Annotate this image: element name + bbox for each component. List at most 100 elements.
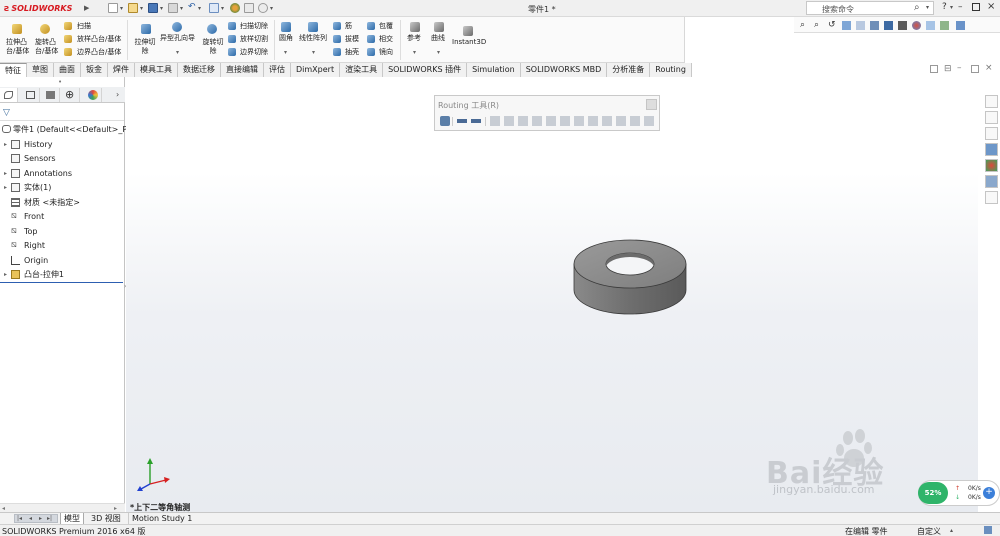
shell-icon[interactable] (333, 48, 341, 56)
viewport-tile-icon[interactable]: ⊟ (944, 64, 952, 74)
viewport-restore-icon[interactable] (930, 65, 938, 73)
revolve-boss-icon[interactable] (40, 24, 50, 34)
rib-icon[interactable] (333, 22, 341, 30)
display-manager-tab[interactable] (84, 88, 102, 102)
expand-arrow-icon[interactable]: ▸ (4, 141, 11, 148)
tab-1[interactable]: 草图 (27, 63, 54, 77)
maximize-icon[interactable] (972, 3, 980, 11)
save-icon[interactable] (148, 3, 158, 13)
fillet-dropdown-icon[interactable]: ▾ (284, 49, 287, 56)
forum-icon[interactable] (985, 191, 998, 204)
tab-10[interactable]: 渲染工具 (340, 63, 384, 77)
mirror-button[interactable]: 镜向 (379, 48, 393, 57)
view-palette-icon[interactable] (985, 143, 998, 156)
instant3d-icon[interactable] (463, 26, 473, 36)
viewport-close-icon[interactable]: × (985, 63, 993, 73)
sweep-button[interactable]: 扫描 (77, 22, 91, 31)
revolve-cut-icon[interactable] (207, 24, 217, 34)
swept-cut-icon[interactable] (228, 22, 236, 30)
help-icon[interactable]: ? (942, 2, 947, 12)
feature-manager-tab[interactable] (0, 88, 18, 102)
sweep-icon[interactable] (64, 22, 72, 30)
mirror-icon[interactable] (367, 48, 375, 56)
file-explorer-icon[interactable] (985, 127, 998, 140)
tree-root-part[interactable]: 零件1 (Default<<Default>_Ph (2, 124, 132, 135)
tab-2[interactable]: 曲面 (54, 63, 81, 77)
curves-icon[interactable] (434, 22, 444, 32)
select-dropdown-icon[interactable]: ▾ (221, 5, 224, 12)
extrude-cut-button[interactable]: 拉伸切除 (132, 38, 158, 56)
unit-system-dropdown-icon[interactable]: ▴ (950, 527, 953, 534)
hole-wizard-button[interactable]: 异型孔向导 (160, 34, 195, 43)
view-settings-icon[interactable] (940, 21, 949, 30)
horizontal-scrollbar[interactable]: ◂ ▸ (0, 503, 125, 512)
tree-item-0[interactable]: ▸ History (4, 138, 52, 150)
scroll-right-icon[interactable]: ▸ (114, 506, 119, 512)
help-dropdown-icon[interactable]: ▾ (950, 4, 953, 11)
undo-dropdown-icon[interactable]: ▾ (198, 5, 201, 12)
tab-7[interactable]: 直接编辑 (221, 63, 264, 77)
hole-wizard-icon[interactable] (172, 22, 182, 32)
linear-pattern-button[interactable]: 线性阵列 (299, 34, 327, 43)
dynamic-annotation-icon[interactable] (856, 21, 865, 30)
solidworks-logo[interactable]: ƨ SOLIDWORKS (4, 2, 72, 15)
draft-icon[interactable] (333, 35, 341, 43)
minimize-icon[interactable]: – (958, 2, 963, 12)
scroll-left-icon[interactable]: ◂ (2, 506, 7, 512)
display-style-icon[interactable] (884, 21, 893, 30)
rib-button[interactable]: 筋 (345, 22, 352, 31)
reference-geometry-icon[interactable] (410, 22, 420, 32)
first-tab-icon[interactable]: |◂ (17, 515, 22, 523)
tree-item-5[interactable]: ⧅ Front (4, 211, 44, 223)
revolve-cut-button[interactable]: 旋转切除 (200, 38, 226, 56)
extrude-boss-button[interactable]: 拉伸凸台/基体 (6, 38, 32, 56)
intersect-icon[interactable] (367, 35, 375, 43)
file-properties-icon[interactable] (244, 3, 254, 13)
apply-scene-icon[interactable] (926, 21, 935, 30)
custom-properties-icon[interactable] (985, 175, 998, 188)
curves-button[interactable]: 曲线 (431, 34, 445, 43)
last-tab-icon[interactable]: ▸| (47, 515, 52, 523)
search-dropdown-icon[interactable]: ▾ (926, 4, 929, 11)
tab-scroll-buttons[interactable]: |◂ ◂ ▸ ▸| (14, 514, 58, 523)
next-tab-icon[interactable]: ▸ (39, 515, 42, 523)
washer-part-model[interactable] (571, 238, 689, 322)
viewport-maximize-icon[interactable] (971, 65, 979, 73)
tab-3d-view[interactable]: 3D 视图 (88, 513, 124, 524)
loft-boss-icon[interactable] (64, 35, 72, 43)
rollback-bar[interactable] (0, 282, 123, 283)
fillet-button[interactable]: 圆角 (279, 34, 293, 43)
appearances-scenes-icon[interactable] (985, 159, 998, 172)
boundary-boss-icon[interactable] (64, 48, 72, 56)
select-pointer-icon[interactable] (209, 3, 219, 13)
tree-item-6[interactable]: ⧅ Top (4, 225, 38, 237)
open-folder-icon[interactable] (128, 3, 138, 13)
tree-item-7[interactable]: ⧅ Right (4, 240, 45, 252)
tab-8[interactable]: 评估 (264, 63, 291, 77)
fillet-icon[interactable] (281, 22, 291, 32)
tab-0[interactable]: 特征 (0, 63, 27, 77)
lofted-cut-button[interactable]: 放样切割 (240, 35, 268, 44)
close-icon[interactable]: × (987, 1, 995, 12)
tab-4[interactable]: 焊件 (108, 63, 135, 77)
new-document-icon[interactable] (108, 3, 118, 13)
open-dropdown-icon[interactable]: ▾ (140, 5, 143, 12)
extrude-cut-icon[interactable] (141, 24, 151, 34)
zoom-to-fit-icon[interactable]: ⌕ (800, 20, 805, 30)
tab-12[interactable]: Simulation (467, 63, 521, 77)
wrap-icon[interactable] (367, 22, 375, 30)
boundary-boss-button[interactable]: 边界凸台/基体 (77, 48, 121, 57)
panel-expand-arrow-icon[interactable]: › (116, 90, 119, 99)
menu-expand-icon[interactable]: ▶ (84, 4, 89, 12)
tree-item-1[interactable]: Sensors (4, 153, 56, 165)
route-properties-icon[interactable] (440, 116, 450, 126)
reference-dropdown-icon[interactable]: ▾ (413, 49, 416, 56)
tab-11[interactable]: SOLIDWORKS 插件 (383, 63, 468, 77)
panel-grip-icon[interactable]: • (58, 78, 62, 86)
loft-boss-button[interactable]: 放样凸台/基体 (77, 35, 121, 44)
options-gear-icon[interactable] (258, 3, 268, 13)
edit-appearance-icon[interactable] (912, 21, 921, 30)
widget-plus-icon[interactable]: + (983, 487, 995, 499)
lofted-cut-icon[interactable] (228, 35, 236, 43)
print-icon[interactable] (168, 3, 178, 13)
